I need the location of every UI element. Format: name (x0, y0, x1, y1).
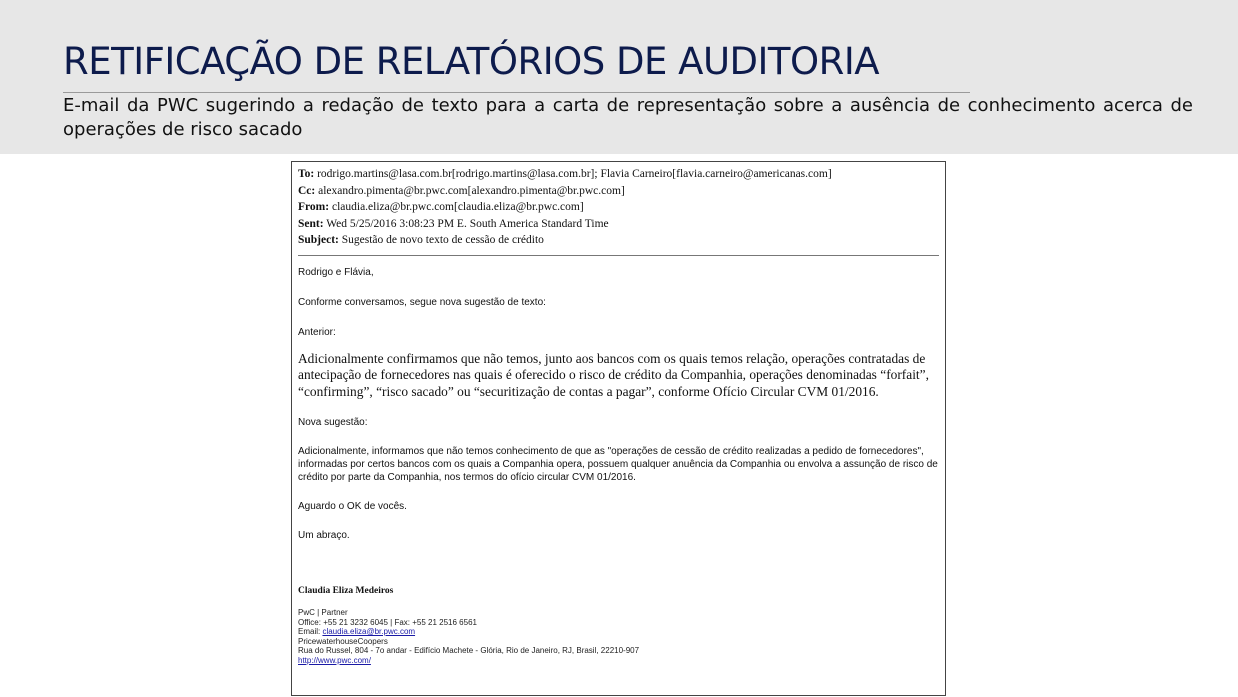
signature-role: PwC | Partner (298, 608, 348, 617)
signature-address: Rua do Russel, 804 - 7o andar - Edifício… (298, 646, 640, 655)
closing: Um abraço. (298, 530, 350, 541)
subject-label: Subject: (298, 234, 339, 246)
previous-text: Adicionalmente confirmamos que não temos… (298, 350, 929, 399)
new-suggestion-label: Nova sugestão: (298, 417, 368, 428)
to-label: To: (298, 168, 315, 180)
subject-value: Sugestão de novo texto de cessão de créd… (341, 234, 544, 246)
signature-name: Claudia Eliza Medeiros (298, 586, 394, 596)
from-label: From: (298, 201, 330, 213)
title-underline (63, 92, 970, 93)
email-header: To: rodrigo.martins@lasa.com.br[rodrigo.… (292, 162, 945, 256)
signature-email-label: Email: (298, 627, 323, 636)
email-from-row: From: claudia.eliza@br.pwc.com[claudia.e… (298, 199, 939, 216)
signature-website-link[interactable]: http://www.pwc.com/ (298, 656, 939, 666)
email-screenshot: To: rodrigo.martins@lasa.com.br[rodrigo.… (291, 161, 946, 696)
cc-value: alexandro.pimenta@br.pwc.com[alexandro.p… (318, 184, 625, 197)
email-cc-row: Cc: alexandro.pimenta@br.pwc.com[alexand… (298, 183, 939, 200)
new-suggestion-text: Adicionalmente, informamos que não temos… (298, 446, 938, 483)
awaiting-ok: Aguardo o OK de vocês. (298, 501, 407, 512)
cc-label: Cc: (298, 184, 316, 197)
slide-title: RETIFICAÇÃO DE RELATÓRIOS DE AUDITORIA (63, 40, 880, 83)
sent-label: Sent: (298, 217, 324, 230)
slide-subtitle: E-mail da PWC sugerindo a redação de tex… (63, 95, 1193, 140)
email-to-row: To: rodrigo.martins@lasa.com.br[rodrigo.… (298, 166, 939, 183)
signature-email-row: Email: claudia.eliza@br.pwc.com (298, 627, 939, 637)
signature-block: PwC | Partner Office: +55 21 3232 6045 |… (298, 608, 939, 665)
signature-email-link[interactable]: claudia.eliza@br.pwc.com (322, 627, 415, 636)
sent-value: Wed 5/25/2016 3:08:23 PM E. South Americ… (326, 217, 609, 230)
to-value: rodrigo.martins@lasa.com.br[rodrigo.mart… (317, 168, 832, 180)
previous-label: Anterior: (298, 326, 336, 338)
email-body: Rodrigo e Flávia, Conforme conversamos, … (292, 256, 945, 666)
email-subject-row: Subject: Sugestão de novo texto de cessã… (298, 232, 939, 249)
email-greeting: Rodrigo e Flávia, (298, 266, 374, 278)
from-value: claudia.eliza@br.pwc.com[claudia.eliza@b… (331, 201, 584, 213)
signature-company: PricewaterhouseCoopers (298, 636, 388, 646)
email-intro: Conforme conversamos, segue nova sugestã… (298, 296, 546, 308)
email-sent-row: Sent: Wed 5/25/2016 3:08:23 PM E. South … (298, 216, 939, 233)
signature-phones: Office: +55 21 3232 6045 | Fax: +55 21 2… (298, 617, 477, 627)
